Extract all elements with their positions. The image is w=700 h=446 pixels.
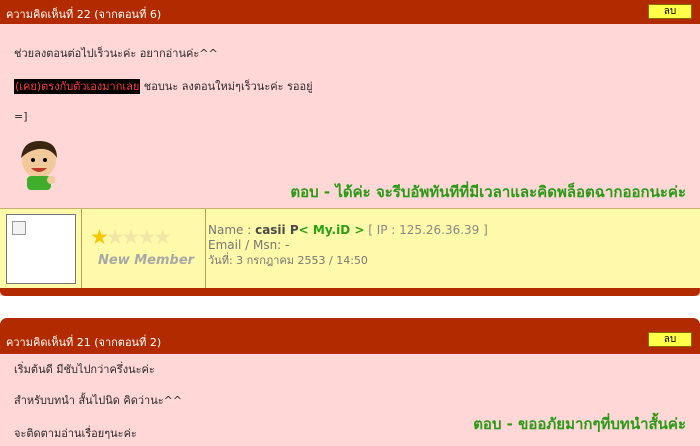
comment-text-line: เริ่มต้นดี มีชับไปกว่าครึ่งนะค่ะ	[14, 363, 155, 376]
highlighted-text: (เคย)ตรงกับตัวเองมากเลย	[14, 79, 141, 94]
comment-text-line: สำหรับบทนำ สั้นไปนิด คิดว่านะ^^	[14, 394, 183, 407]
comment-text-line: =]	[14, 110, 28, 123]
comment-header: ความคิดเห็นที่ 22 (จากตอนที่ 6) ลบ	[0, 0, 700, 24]
delete-button[interactable]: ลบ	[648, 332, 692, 347]
comment-text-line: (เคย)ตรงกับตัวเองมากเลย ชอบนะ ลงตอนใหม่ๆ…	[14, 77, 313, 95]
author-info-bar: ★★★★★ New Member Name : casii P< My.iD >…	[0, 208, 700, 289]
author-reply: ตอบ - ได้ค่ะ จะรีบอัพทันทีที่มีเวลาและคิ…	[290, 183, 686, 201]
comment-text-line: จะติดตามอ่านเรื่อยๆนะค่ะ	[14, 427, 137, 440]
comment-footer	[0, 288, 700, 296]
star-icon: ★	[121, 225, 141, 249]
star-icon: ★	[137, 225, 156, 249]
comment-21: ความคิดเห็นที่ 21 (จากตอนที่ 2) ลบ เริ่ม…	[0, 318, 700, 446]
author-reply: ตอบ - ขออภัยมากๆที่บทนำสั้นค่ะ	[473, 415, 686, 433]
author-ip: [ IP : 125.26.36.39 ]	[364, 223, 488, 237]
comment-text: ชอบนะ ลงตอนใหม่ๆเร็วนะค่ะ รออยู่	[140, 80, 313, 93]
author-name[interactable]: casii P	[255, 223, 299, 237]
author-photo-cell	[0, 209, 82, 289]
author-details: Name : casii P< My.iD > [ IP : 125.26.36…	[208, 223, 488, 268]
cartoon-emoticon-icon	[21, 140, 57, 190]
author-nick: < My.iD >	[298, 223, 365, 237]
author-photo[interactable]	[6, 214, 76, 284]
comment-text-line: ช่วยลงตอนต่อไปเร็วนะค่ะ อยากอ่านค่ะ^^	[14, 47, 218, 60]
comment-header: ความคิดเห็นที่ 21 (จากตอนที่ 2) ลบ	[0, 318, 700, 354]
star-icon: ★	[153, 225, 172, 249]
comment-date: วันที่: 3 กรกฎาคม 2553 / 14:50	[208, 254, 368, 267]
star-icon: ★	[105, 225, 125, 249]
author-name-line: Name : casii P< My.iD > [ IP : 125.26.36…	[208, 223, 488, 238]
delete-button[interactable]: ลบ	[648, 4, 692, 19]
author-email: Email / Msn: -	[208, 238, 290, 252]
name-label: Name :	[208, 223, 256, 237]
comment-22: ความคิดเห็นที่ 22 (จากตอนที่ 6) ลบ ช่วยล…	[0, 0, 700, 296]
rank-label: New Member	[98, 253, 195, 268]
comment-title: ความคิดเห็นที่ 21 (จากตอนที่ 2)	[6, 336, 162, 349]
author-rank-cell: ★★★★★ New Member	[82, 209, 206, 289]
broken-image-icon	[12, 221, 26, 235]
rank-stars: ★★★★★	[90, 225, 172, 249]
comment-title: ความคิดเห็นที่ 22 (จากตอนที่ 6)	[6, 8, 162, 21]
star-icon: ★	[90, 225, 109, 249]
